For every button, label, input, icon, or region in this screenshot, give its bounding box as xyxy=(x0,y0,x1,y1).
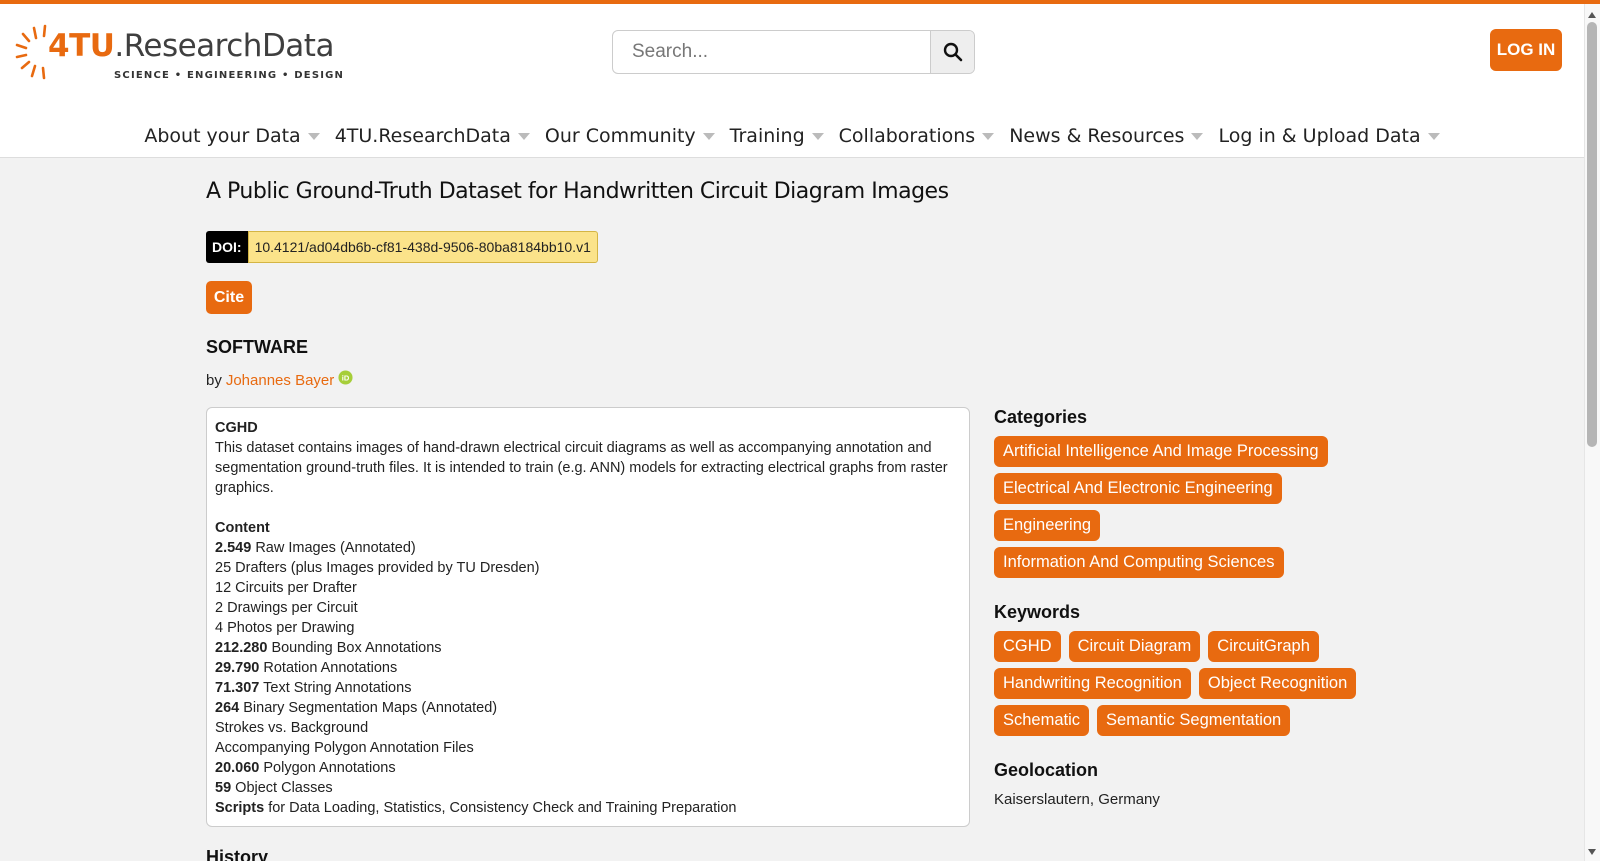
logo-tagline: SCIENCE • ENGINEERING • DESIGN xyxy=(114,70,345,81)
category-tag[interactable]: Information And Computing Sciences xyxy=(994,547,1284,578)
content-line: 25 Drafters (plus Images provided by TU … xyxy=(215,560,540,576)
content-line: Scripts for Data Loading, Statistics, Co… xyxy=(215,800,737,816)
content-line: 12 Circuits per Drafter xyxy=(215,580,357,596)
nav-item-news-resources[interactable]: News & Resources xyxy=(1009,116,1204,156)
category-tag[interactable]: Electrical And Electronic Engineering xyxy=(994,473,1282,504)
description-box: CGHD This dataset contains images of han… xyxy=(206,407,970,827)
search-button[interactable] xyxy=(930,31,974,73)
svg-text:iD: iD xyxy=(342,373,350,382)
page-title: A Public Ground-Truth Dataset for Handwr… xyxy=(206,179,949,204)
caret-down-icon xyxy=(1427,132,1440,140)
content-line: 4 Photos per Drawing xyxy=(215,620,355,636)
cite-button[interactable]: Cite xyxy=(206,281,252,314)
keyword-tag[interactable]: Schematic xyxy=(994,705,1090,736)
nav-item-label: News & Resources xyxy=(1009,125,1185,147)
site-logo[interactable]: 4TU.ResearchData SCIENCE • ENGINEERING •… xyxy=(14,18,343,84)
scroll-down-icon[interactable] xyxy=(1587,847,1597,857)
by-label: by xyxy=(206,372,222,389)
keywords-list: CGHD Circuit Diagram CircuitGraph Handwr… xyxy=(994,631,1374,736)
scroll-up-icon[interactable] xyxy=(1587,10,1597,20)
logo-wordmark: 4TU.ResearchData xyxy=(48,28,334,64)
nav-item-label: Our Community xyxy=(544,125,696,147)
nav-item-training[interactable]: Training xyxy=(730,116,824,156)
author-byline: by Johannes Bayer iD xyxy=(206,370,353,389)
content-line: Strokes vs. Background xyxy=(215,720,369,736)
content-line: 20.060 Polygon Annotations xyxy=(215,760,396,776)
category-tag[interactable]: Artificial Intelligence And Image Proces… xyxy=(994,436,1328,467)
login-button[interactable]: LOG IN xyxy=(1490,29,1562,71)
nav-item-collaborations[interactable]: Collaborations xyxy=(839,116,995,156)
content-heading: Content xyxy=(215,520,270,536)
search-input[interactable] xyxy=(613,31,931,73)
description-intro: This dataset contains images of hand-dra… xyxy=(215,440,952,496)
nav-item-label: 4TU.ResearchData xyxy=(334,125,511,147)
keywords-heading: Keywords xyxy=(994,602,1081,622)
content-line: 59 Object Classes xyxy=(215,780,333,796)
search-box xyxy=(612,30,975,74)
caret-down-icon xyxy=(517,132,530,140)
main-nav: About your Data 4TU.ResearchData Our Com… xyxy=(0,116,1584,156)
doi-label: DOI: xyxy=(206,231,248,263)
vertical-scrollbar[interactable] xyxy=(1584,4,1600,861)
nav-item-label: Training xyxy=(729,125,805,147)
content-line: 29.790 Rotation Annotations xyxy=(215,660,398,676)
nav-item-login-upload[interactable]: Log in & Upload Data xyxy=(1218,116,1440,156)
content-line: 71.307 Text String Annotations xyxy=(215,680,412,696)
site-header: 4TU.ResearchData SCIENCE • ENGINEERING •… xyxy=(0,4,1584,158)
caret-down-icon xyxy=(307,132,320,140)
categories-heading: Categories xyxy=(994,407,1088,427)
category-tag[interactable]: Engineering xyxy=(994,510,1101,541)
history-heading: History xyxy=(206,847,269,861)
geolocation-heading: Geolocation xyxy=(994,760,1099,780)
caret-down-icon xyxy=(702,132,715,140)
caret-down-icon xyxy=(1191,132,1204,140)
description-heading: CGHD xyxy=(215,420,258,436)
orcid-icon[interactable]: iD xyxy=(338,370,353,385)
nav-item-our-community[interactable]: Our Community xyxy=(545,116,715,156)
nav-item-label: Log in & Upload Data xyxy=(1218,125,1421,147)
content-line: 264 Binary Segmentation Maps (Annotated) xyxy=(215,700,498,716)
nav-item-label: About your Data xyxy=(144,125,301,147)
keyword-tag[interactable]: Circuit Diagram xyxy=(1068,631,1201,662)
nav-item-4tu-researchdata[interactable]: 4TU.ResearchData xyxy=(335,116,530,156)
metadata-sidebar: Categories Artificial Intelligence And I… xyxy=(994,407,1374,808)
scrollbar-thumb[interactable] xyxy=(1587,22,1597,447)
content-line: Accompanying Polygon Annotation Files xyxy=(215,740,474,756)
geolocation-value: Kaiserslautern, Germany xyxy=(994,791,1160,808)
content-line: 2.549 Raw Images (Annotated) xyxy=(215,540,416,556)
caret-down-icon xyxy=(982,132,995,140)
keyword-tag[interactable]: Semantic Segmentation xyxy=(1097,705,1291,736)
nav-item-about-your-data[interactable]: About your Data xyxy=(144,116,320,156)
content-line: 212.280 Bounding Box Annotations xyxy=(215,640,442,656)
content-line: 2 Drawings per Circuit xyxy=(215,600,358,616)
doi-badge[interactable]: DOI: 10.4121/ad04db6b-cf81-438d-9506-80b… xyxy=(206,231,598,263)
keyword-tag[interactable]: CGHD xyxy=(994,631,1061,662)
search-icon xyxy=(943,42,962,62)
keyword-tag[interactable]: Object Recognition xyxy=(1198,668,1357,699)
doi-value[interactable]: 10.4121/ad04db6b-cf81-438d-9506-80ba8184… xyxy=(247,231,598,263)
item-type: SOFTWARE xyxy=(206,337,308,357)
author-link[interactable]: Johannes Bayer xyxy=(226,372,334,389)
keyword-tag[interactable]: CircuitGraph xyxy=(1208,631,1319,662)
keyword-tag[interactable]: Handwriting Recognition xyxy=(994,668,1191,699)
categories-list: Artificial Intelligence And Image Proces… xyxy=(994,436,1374,578)
caret-down-icon xyxy=(811,132,824,140)
nav-item-label: Collaborations xyxy=(838,125,976,147)
